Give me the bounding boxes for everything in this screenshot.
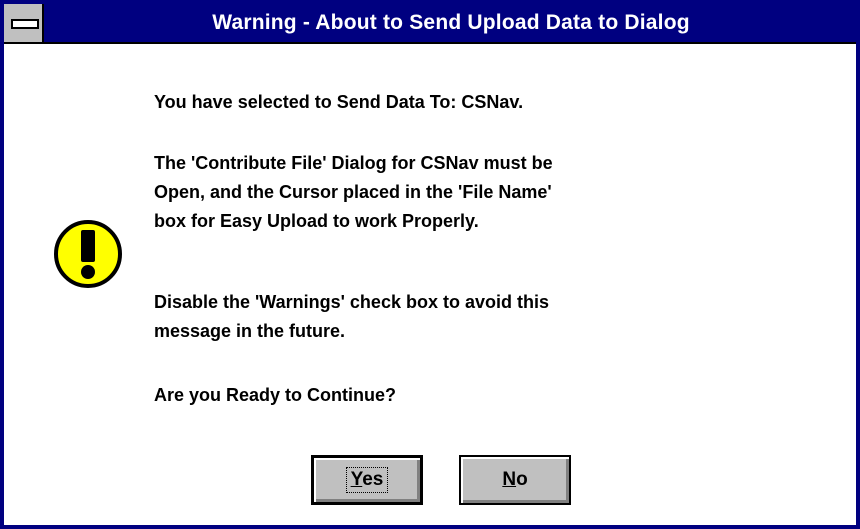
yes-mnemonic: Y [350,469,363,490]
yes-button-label: Yes [345,467,389,493]
exclamation-icon [54,220,122,288]
message-line-5: Disable the 'Warnings' check box to avoi… [154,292,549,312]
message-line-1: You have selected to Send Data To: CSNav… [154,92,524,112]
message-line-4: box for Easy Upload to work Properly. [154,211,479,231]
warning-dialog: Warning - About to Send Upload Data to D… [0,0,860,529]
system-menu-button[interactable] [4,4,44,42]
no-mnemonic: N [502,469,517,490]
no-button-label: No [502,469,527,491]
message-line-2: The 'Contribute File' Dialog for CSNav m… [154,153,553,173]
yes-button[interactable]: Yes [311,455,423,505]
message-line-7: Are you Ready to Continue? [154,385,397,405]
no-button[interactable]: No [459,455,571,505]
yes-label-rest: es [362,469,384,490]
message-line-6: message in the future. [154,321,346,341]
no-label-rest: o [516,469,528,490]
message-line-3: Open, and the Cursor placed in the 'File… [154,182,552,202]
title-bar: Warning - About to Send Upload Data to D… [4,4,856,44]
dialog-title: Warning - About to Send Upload Data to D… [212,11,690,34]
system-menu-icon [11,19,39,29]
